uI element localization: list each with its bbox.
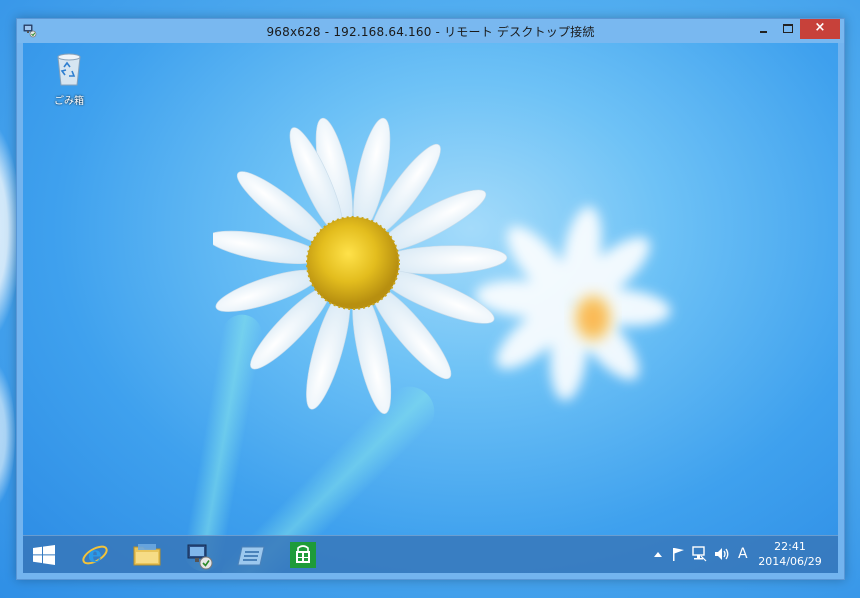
- desktop-icon-label: ごみ箱: [54, 96, 84, 107]
- taskbar-store[interactable]: [280, 539, 324, 571]
- internet-explorer-icon: e: [82, 542, 108, 568]
- window-title: 968x628 - 192.168.64.160 - リモート デスクトップ接続: [266, 25, 595, 39]
- chevron-up-icon: [654, 552, 662, 557]
- close-button[interactable]: ×: [800, 19, 840, 39]
- remote-desktop-area[interactable]: ごみ箱 e A 22:41 2014/06/29: [23, 43, 838, 573]
- taskbar-server-manager[interactable]: [228, 539, 272, 571]
- tray-network[interactable]: [689, 536, 709, 573]
- desktop-icon-recycle-bin[interactable]: ごみ箱: [51, 51, 87, 107]
- network-icon: [692, 546, 707, 562]
- tray-show-hidden-icons[interactable]: [651, 536, 665, 573]
- title-bar[interactable]: 968x628 - 192.168.64.160 - リモート デスクトップ接続…: [17, 19, 844, 43]
- tray-volume[interactable]: [711, 536, 731, 573]
- tray-action-center[interactable]: [669, 536, 687, 573]
- recycle-bin-icon: [57, 53, 81, 86]
- taskbar: e A 22:41 2014/06/29: [23, 535, 838, 573]
- maximize-button[interactable]: [776, 19, 800, 39]
- taskbar-file-explorer[interactable]: [124, 539, 168, 571]
- taskbar-internet-explorer[interactable]: e: [72, 539, 116, 571]
- store-icon: [290, 542, 316, 568]
- minimize-button[interactable]: [752, 19, 776, 39]
- ime-mode-label: A: [738, 546, 748, 562]
- start-button[interactable]: [23, 539, 67, 571]
- tray-clock[interactable]: 22:41 2014/06/29: [755, 539, 825, 569]
- wallpaper-daisy-front: [213, 117, 508, 415]
- windows-logo-icon: [33, 545, 55, 565]
- host-wallpaper-petal: [0, 360, 15, 510]
- clock-time: 22:41: [774, 540, 806, 553]
- tray-ime-indicator[interactable]: A: [735, 536, 753, 573]
- svg-text:e: e: [88, 542, 102, 568]
- flag-icon: [673, 548, 684, 561]
- taskbar-remote-desktop[interactable]: [176, 539, 220, 571]
- folder-icon: [133, 544, 161, 566]
- server-manager-icon: [237, 546, 265, 566]
- close-icon: ×: [814, 20, 826, 35]
- speaker-icon: [715, 548, 729, 560]
- remote-desktop-window: 968x628 - 192.168.64.160 - リモート デスクトップ接続…: [16, 18, 845, 580]
- clock-date: 2014/06/29: [758, 555, 822, 568]
- remote-desktop-icon: [187, 544, 213, 570]
